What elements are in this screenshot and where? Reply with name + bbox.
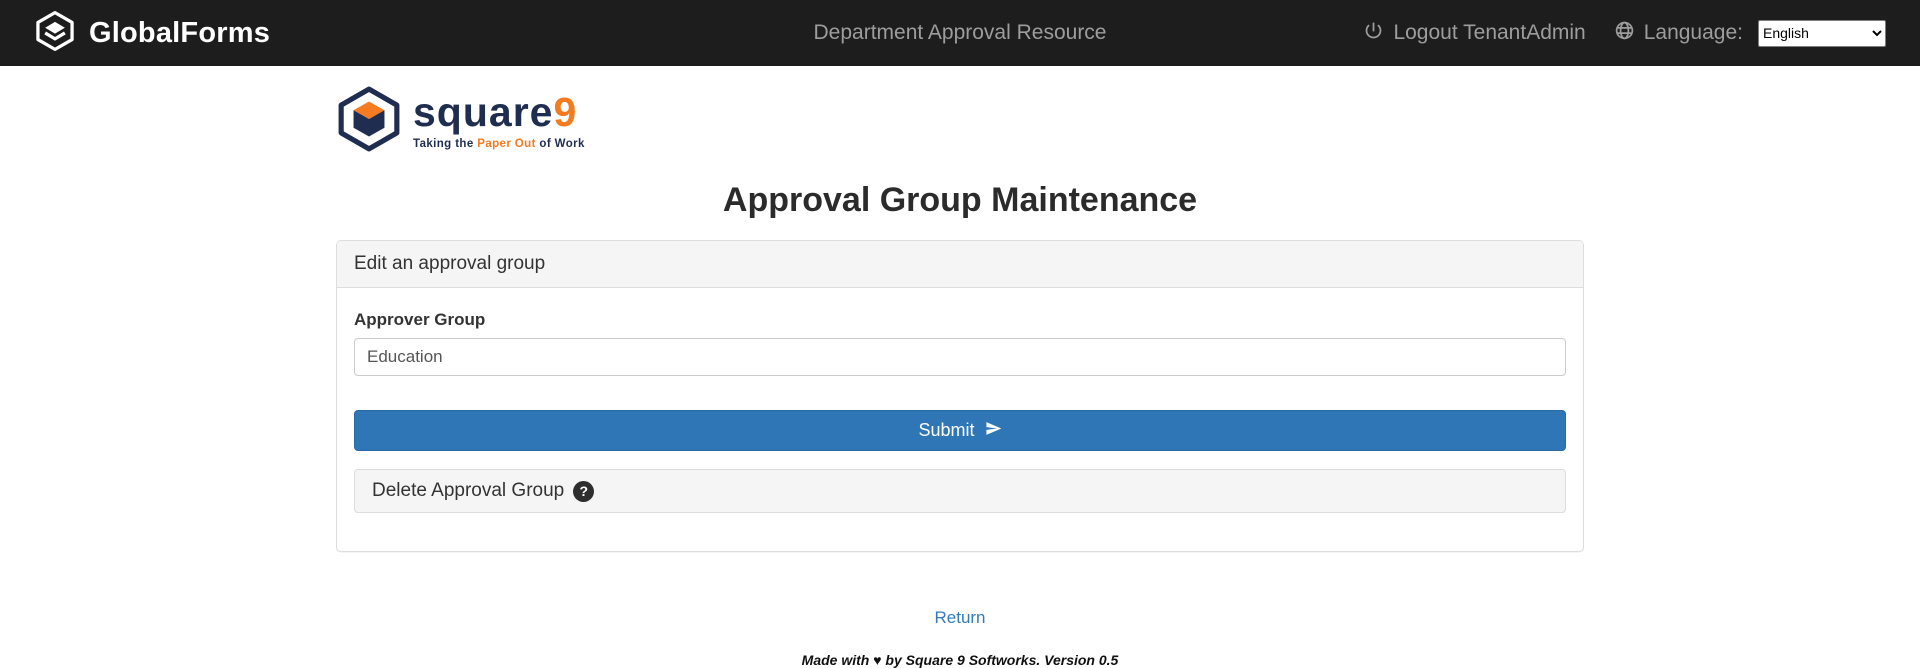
logout-link[interactable]: Logout TenantAdmin <box>1363 20 1585 47</box>
paper-plane-icon <box>985 420 1002 442</box>
delete-approval-group-label: Delete Approval Group <box>372 480 564 502</box>
submit-button[interactable]: Submit <box>354 410 1566 451</box>
page-title: Approval Group Maintenance <box>336 181 1584 220</box>
globalforms-logo-icon <box>34 10 76 57</box>
delete-approval-group-toggle[interactable]: Delete Approval Group ? <box>354 469 1566 513</box>
power-icon <box>1363 20 1384 47</box>
navbar-title: Department Approval Resource <box>814 21 1107 45</box>
panel-header: Edit an approval group <box>337 241 1583 288</box>
logout-label: Logout TenantAdmin <box>1393 21 1585 45</box>
globe-icon <box>1614 20 1635 47</box>
language-label: Language: <box>1644 21 1743 45</box>
approver-group-label: Approver Group <box>354 310 1566 330</box>
language-select[interactable]: English <box>1758 20 1886 47</box>
globalforms-brand[interactable]: GlobalForms <box>34 10 270 57</box>
submit-label: Submit <box>918 420 974 441</box>
panel-body: Approver Group Submit Delete Approval Gr… <box>337 288 1583 551</box>
question-circle-icon: ? <box>573 481 594 502</box>
return-link[interactable]: Return <box>934 608 985 627</box>
square9-wordmark-nine: 9 <box>553 89 577 135</box>
square9-wordmark-block: square9 Taking the Paper Out of Work <box>413 86 585 150</box>
square9-tagline: Taking the Paper Out of Work <box>413 138 585 150</box>
square9-logo-icon <box>336 86 402 157</box>
language-group: Language: English <box>1614 20 1886 47</box>
square9-logo: square9 Taking the Paper Out of Work <box>336 86 1584 157</box>
navbar-right-group: Logout TenantAdmin Language: English <box>1363 20 1886 47</box>
square9-wordmark: square9 <box>413 92 585 133</box>
tagline-part-1: Taking the <box>413 138 477 150</box>
return-row: Return <box>336 608 1584 628</box>
top-navbar: GlobalForms Department Approval Resource… <box>0 0 1920 66</box>
tagline-part-2: Paper Out <box>477 138 536 150</box>
brand-text: GlobalForms <box>89 17 270 50</box>
main-content: square9 Taking the Paper Out of Work App… <box>336 86 1584 668</box>
square9-wordmark-square: square <box>413 89 553 135</box>
footer-credit: Made with ♥ by Square 9 Softworks. Versi… <box>336 652 1584 668</box>
approver-group-input[interactable] <box>354 338 1566 376</box>
edit-approval-group-panel: Edit an approval group Approver Group Su… <box>336 240 1584 552</box>
tagline-part-3: of Work <box>536 138 585 150</box>
